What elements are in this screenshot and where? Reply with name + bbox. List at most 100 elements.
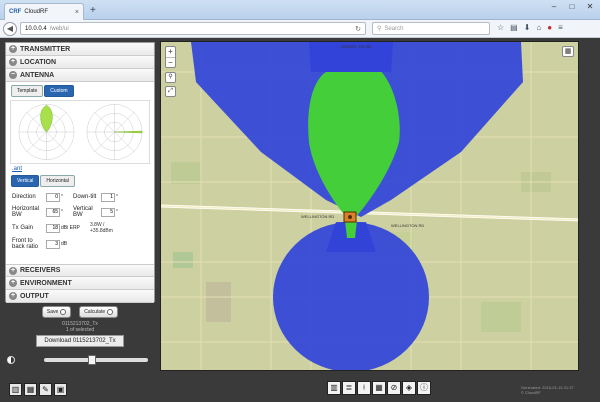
degree-unit: °	[116, 194, 118, 200]
degree-unit: °	[116, 209, 118, 215]
url-bar[interactable]: 10.0.0.4/web/ui ↻	[20, 22, 366, 35]
erp-readout: 3.8W / +35.8dBm	[90, 222, 113, 234]
accordion-output[interactable]: + OUTPUT	[6, 290, 154, 303]
coverage-map[interactable]: WELLINGTON RD WELLINGTON RD HENDRY RD NE…	[160, 41, 579, 371]
road-label: WELLINGTON RD	[301, 214, 334, 219]
save-icon	[60, 309, 67, 315]
tools-icon[interactable]: ✎	[39, 383, 52, 396]
txgain-unit: dBi ERP	[61, 225, 80, 231]
download-icon[interactable]: ⬇	[524, 23, 531, 32]
ftb-field[interactable]	[46, 239, 60, 249]
box-icon[interactable]: ◈	[402, 381, 416, 395]
downtilt-field[interactable]	[101, 192, 115, 202]
bottom-left-tools: ▥ ▦ ✎ ▣	[9, 383, 67, 396]
url-host: 10.0.0.4	[25, 25, 47, 32]
maximize-icon[interactable]: □	[566, 2, 578, 11]
no-entry-icon[interactable]: ⊘	[387, 381, 401, 395]
pattern-svg	[18, 104, 143, 160]
save-button[interactable]: Save	[41, 306, 72, 318]
txgain-field[interactable]	[46, 223, 60, 233]
contrast-icon	[7, 356, 15, 364]
zoom-in-button[interactable]: +	[166, 47, 175, 57]
layers-stack-icon[interactable]: ▦	[24, 383, 37, 396]
zoom-control: + −	[165, 46, 176, 68]
calculate-label: Calculate	[84, 309, 106, 315]
browser-tab[interactable]: CRF CloudRF ×	[4, 3, 84, 20]
menu-icon[interactable]: ≡	[558, 23, 563, 32]
accordion-label: LOCATION	[20, 58, 57, 66]
grid-icon[interactable]: ▦	[372, 381, 386, 395]
accordion-location[interactable]: + LOCATION	[6, 56, 154, 69]
window-controls: – □ ✕	[548, 2, 596, 11]
accordion-receivers[interactable]: + RECEIVERS	[6, 264, 154, 277]
clipboard-icon[interactable]: ▤	[510, 23, 518, 32]
accordion-antenna[interactable]: − ANTENNA	[6, 69, 154, 82]
tab-template[interactable]: Template	[11, 85, 44, 97]
vbw-label: Vertical BW	[73, 206, 93, 218]
direction-field[interactable]	[46, 192, 60, 202]
bottom-toolbar: ▥ ≣ ⍿ ▦ ⊘ ◈ ⓘ	[327, 381, 431, 395]
search-placeholder: Search	[384, 25, 404, 32]
save-label: Save	[46, 309, 59, 315]
calculate-button[interactable]: Calculate	[79, 306, 119, 318]
accordion-label: OUTPUT	[20, 292, 49, 300]
info-icon[interactable]: ⓘ	[417, 381, 431, 395]
download-button[interactable]: Download 0115213702_Tx	[36, 335, 124, 347]
search-map-icon[interactable]: ⚲	[165, 72, 176, 83]
action-controls: Save Calculate 0115213702_Tx 1 of select…	[5, 306, 155, 347]
close-window-icon[interactable]: ✕	[584, 2, 596, 11]
hbw-field[interactable]	[46, 207, 60, 217]
tab-horizontal[interactable]: Horizontal	[40, 175, 75, 187]
downtilt-label: Down-tilt	[73, 194, 97, 200]
tower-icon[interactable]: ⍿	[357, 381, 371, 395]
minimize-icon[interactable]: –	[548, 2, 560, 11]
lower-accordions: + RECEIVERS + ENVIRONMENT + OUTPUT	[6, 264, 154, 303]
browser-navbar: ◀ 10.0.0.4/web/ui ↻ ⚲ Search ☆ ▤ ⬇ ⌂ ● ≡	[0, 20, 600, 38]
vbw-field[interactable]	[101, 207, 115, 217]
erp-dbm: +35.8dBm	[90, 228, 113, 234]
collapse-icon: −	[9, 71, 17, 79]
license-text: Generated: 2015-01-15 21:37 © CloudRF	[521, 385, 574, 395]
tab-custom[interactable]: Custom	[44, 85, 74, 97]
status-line: 1 of selected	[65, 327, 95, 333]
opacity-slider[interactable]	[44, 355, 148, 365]
ftb-label: Front to back ratio	[12, 238, 39, 250]
form-row: Front to back ratio dB	[12, 236, 148, 252]
chart-tool-icon[interactable]: ▥	[327, 381, 341, 395]
tab-vertical[interactable]: Vertical	[11, 175, 40, 187]
degree-unit: °	[61, 209, 63, 215]
degree-unit: °	[61, 194, 63, 200]
accordion-transmitter[interactable]: + TRANSMITTER	[6, 43, 154, 56]
slider-handle[interactable]	[88, 355, 96, 365]
layers-icon[interactable]: ▦	[562, 46, 574, 57]
form-row: Horizontal BW ° Vertical BW °	[12, 204, 148, 220]
antenna-form: Direction ° Down-tilt ° Horizontal BW ° …	[12, 190, 148, 252]
abp-icon[interactable]: ●	[547, 23, 552, 32]
antenna-mode-tabs: Template Custom	[11, 85, 149, 97]
database-icon[interactable]: ≣	[342, 381, 356, 395]
direction-label: Direction	[12, 194, 36, 200]
star-icon[interactable]: ☆	[497, 23, 504, 32]
accordion-environment[interactable]: + ENVIRONMENT	[6, 277, 154, 290]
db-unit: dB	[61, 241, 68, 247]
polarization-tabs: Vertical Horizontal	[11, 175, 149, 187]
home-icon[interactable]: ⌂	[536, 23, 541, 32]
form-row: Tx Gain dBi ERP 3.8W / +35.8dBm	[12, 220, 148, 236]
map-svg: WELLINGTON RD WELLINGTON RD HENDRY RD NE	[161, 42, 578, 370]
new-tab-icon[interactable]: +	[90, 5, 96, 16]
antenna-file-link[interactable]: .ant	[12, 166, 148, 172]
reload-icon[interactable]: ↻	[355, 25, 361, 33]
vertical-pattern	[114, 130, 143, 134]
search-input[interactable]: ⚲ Search	[372, 22, 490, 35]
tab-close-icon[interactable]: ×	[75, 9, 79, 16]
toolbar-icons: ☆ ▤ ⬇ ⌂ ● ≡	[497, 23, 563, 32]
status-text: 0115213702_Tx 1 of selected	[5, 321, 155, 333]
accordion-label: RECEIVERS	[20, 267, 61, 274]
zoom-out-button[interactable]: −	[166, 57, 175, 67]
fullscreen-icon[interactable]: ⤢	[165, 86, 176, 97]
chart-icon[interactable]: ▥	[9, 383, 22, 396]
accordion-label: ENVIRONMENT	[20, 279, 72, 287]
road-label-east: WELLINGTON RD	[391, 223, 424, 228]
back-arrow-icon[interactable]: ◀	[3, 22, 17, 36]
info-panel-icon[interactable]: ▣	[54, 383, 67, 396]
